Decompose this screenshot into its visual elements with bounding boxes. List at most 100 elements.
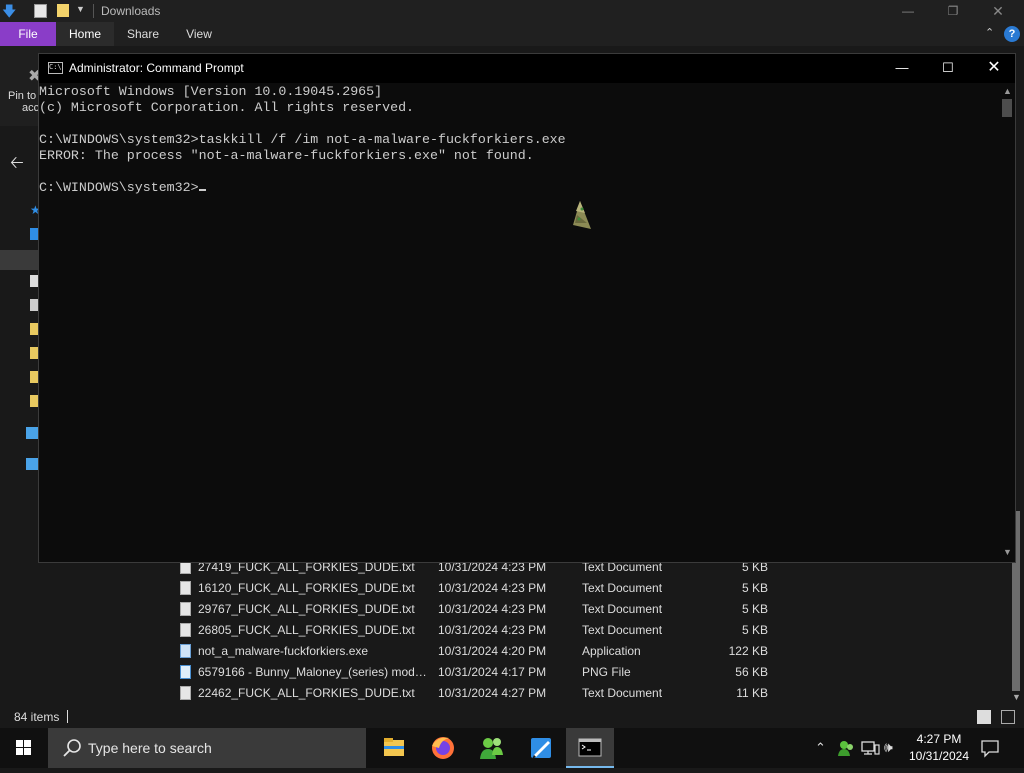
- this-pc-icon[interactable]: [26, 427, 38, 439]
- application-icon: [180, 644, 191, 658]
- pin-to-quick-access-label[interactable]: Pin to: [8, 90, 36, 102]
- file-size: 56 KB: [735, 665, 768, 679]
- christmas-tree-sprite-icon: [573, 201, 591, 229]
- folder-icon[interactable]: [30, 371, 38, 383]
- taskbar-command-prompt[interactable]: [566, 728, 614, 768]
- close-button[interactable]: ✕: [983, 2, 1013, 20]
- tab-view[interactable]: View: [172, 22, 226, 46]
- navigation-pane: ★: [0, 195, 41, 495]
- text-file-icon: [180, 686, 191, 700]
- console-line: ERROR: The process "not-a-malware-fuckfo…: [39, 148, 534, 163]
- documents-icon[interactable]: [30, 275, 38, 287]
- download-arrow-icon[interactable]: 🡇: [2, 4, 16, 18]
- console-line: C:\WINDOWS\system32>taskkill /f /im not-…: [39, 132, 566, 147]
- file-date: 10/31/2024 4:20 PM: [438, 644, 547, 658]
- file-name: 16120_FUCK_ALL_FORKIES_DUDE.txt: [198, 581, 415, 595]
- notification-center-icon[interactable]: [980, 738, 1000, 758]
- tab-home[interactable]: Home: [56, 22, 114, 46]
- start-button[interactable]: [0, 728, 48, 768]
- volume-icon[interactable]: 🕪: [884, 739, 893, 756]
- cmd-titlebar[interactable]: C:\ Administrator: Command Prompt — ☐ ✕: [39, 54, 1015, 83]
- scroll-up-arrow-icon[interactable]: ▲: [1003, 86, 1012, 96]
- file-date: 10/31/2024 4:17 PM: [438, 665, 547, 679]
- back-arrow-icon[interactable]: 🡠: [10, 150, 24, 179]
- details-view-icon[interactable]: [977, 710, 991, 724]
- help-icon[interactable]: ?: [1004, 26, 1020, 42]
- scroll-down-arrow-icon[interactable]: ▼: [1012, 692, 1021, 702]
- show-hidden-icons-chevron-icon[interactable]: ⌃: [815, 740, 826, 756]
- scrollbar-thumb[interactable]: [1002, 99, 1012, 117]
- taskbar-search-box[interactable]: Type here to search: [48, 728, 366, 768]
- cmd-app-icon: C:\: [48, 62, 63, 74]
- tab-share[interactable]: Share: [114, 22, 172, 46]
- command-prompt-window[interactable]: C:\ Administrator: Command Prompt — ☐ ✕ …: [38, 53, 1016, 563]
- console-output[interactable]: Microsoft Windows [Version 10.0.19045.29…: [39, 84, 566, 196]
- desktop-folder-icon[interactable]: [30, 228, 38, 240]
- chevron-up-icon[interactable]: ⌃: [985, 26, 994, 39]
- taskbar-clock[interactable]: 4:27 PM 10/31/2024: [906, 731, 972, 765]
- quick-access-menu-icon[interactable]: ▼: [76, 4, 90, 18]
- minimize-button[interactable]: —: [893, 2, 923, 20]
- minimize-button[interactable]: —: [879, 54, 925, 83]
- file-row[interactable]: 16120_FUCK_ALL_FORKIES_DUDE.txt 10/31/20…: [156, 578, 1006, 599]
- network-tray-icon[interactable]: [861, 740, 881, 756]
- file-date: 10/31/2024 4:23 PM: [438, 581, 547, 595]
- command-prompt-icon: [578, 738, 602, 757]
- network-icon[interactable]: [26, 458, 38, 470]
- cmd-window-title: Administrator: Command Prompt: [69, 61, 244, 75]
- taskbar-people-app[interactable]: [468, 728, 516, 768]
- file-size: 5 KB: [741, 623, 768, 637]
- people-tray-icon[interactable]: [836, 738, 856, 758]
- file-size: 11 KB: [736, 686, 768, 700]
- restore-button[interactable]: ❐: [938, 2, 968, 20]
- downloads-nav-item[interactable]: [0, 250, 40, 270]
- taskbar-file-explorer[interactable]: [370, 728, 418, 768]
- paint-icon: [531, 738, 551, 759]
- file-row[interactable]: 6579166 - Bunny_Maloney_(series) modc...…: [156, 662, 1006, 683]
- file-type: Text Document: [582, 581, 663, 595]
- file-name: 22462_FUCK_ALL_FORKIES_DUDE.txt: [198, 686, 415, 700]
- file-date: 10/31/2024 4:27 PM: [438, 686, 547, 700]
- new-folder-icon[interactable]: [57, 4, 69, 17]
- taskbar-firefox[interactable]: [419, 728, 467, 768]
- folder-icon[interactable]: [30, 347, 38, 359]
- search-icon: [63, 739, 81, 757]
- text-file-icon: [180, 581, 191, 595]
- taskbar-paint-app[interactable]: [517, 728, 565, 768]
- clock-time: 4:27 PM: [916, 732, 962, 746]
- item-count: 84 items: [14, 710, 60, 724]
- pin-to-quick-access-label-cont[interactable]: acc: [22, 102, 39, 114]
- file-list: 27419_FUCK_ALL_FORKIES_DUDE.txt 10/31/20…: [156, 557, 1006, 705]
- file-row[interactable]: 26805_FUCK_ALL_FORKIES_DUDE.txt 10/31/20…: [156, 620, 1006, 641]
- file-name: 29767_FUCK_ALL_FORKIES_DUDE.txt: [198, 602, 415, 616]
- console-line: Microsoft Windows [Version 10.0.19045.29…: [39, 84, 383, 99]
- firefox-icon: [432, 737, 454, 759]
- file-type: Text Document: [582, 623, 663, 637]
- maximize-button[interactable]: ☐: [925, 54, 971, 83]
- people-icon: [480, 738, 503, 759]
- scroll-down-arrow-icon[interactable]: ▼: [1003, 547, 1012, 557]
- file-type: Text Document: [582, 686, 663, 700]
- cmd-console[interactable]: Microsoft Windows [Version 10.0.19045.29…: [39, 83, 999, 561]
- search-placeholder: Type here to search: [88, 740, 212, 756]
- prompt-line: C:\WINDOWS\system32>: [39, 180, 199, 195]
- tab-file[interactable]: File: [0, 22, 56, 46]
- file-row[interactable]: 22462_FUCK_ALL_FORKIES_DUDE.txt 10/31/20…: [156, 683, 1006, 704]
- ribbon-clipboard-group: [0, 46, 40, 126]
- status-divider: [67, 710, 68, 723]
- close-button[interactable]: ✕: [971, 54, 1017, 83]
- status-bar: 84 items: [0, 705, 1024, 728]
- properties-icon[interactable]: [34, 4, 47, 18]
- file-size: 122 KB: [728, 644, 768, 658]
- large-icons-view-icon[interactable]: [1001, 710, 1015, 724]
- file-type: PNG File: [582, 665, 631, 679]
- file-row[interactable]: not_a_malware-fuckforkiers.exe 10/31/202…: [156, 641, 1006, 662]
- file-row[interactable]: 29767_FUCK_ALL_FORKIES_DUDE.txt 10/31/20…: [156, 599, 1006, 620]
- pictures-icon[interactable]: [30, 299, 38, 311]
- windows-logo-icon: [16, 740, 31, 755]
- cmd-scrollbar[interactable]: ▲ ▼: [999, 83, 1015, 562]
- taskbar: Type here to search ⌃ 🕪 4:27 PM 10/31/20…: [0, 728, 1024, 768]
- folder-icon[interactable]: [30, 323, 38, 335]
- window-title: Downloads: [101, 4, 161, 18]
- folder-icon[interactable]: [30, 395, 38, 407]
